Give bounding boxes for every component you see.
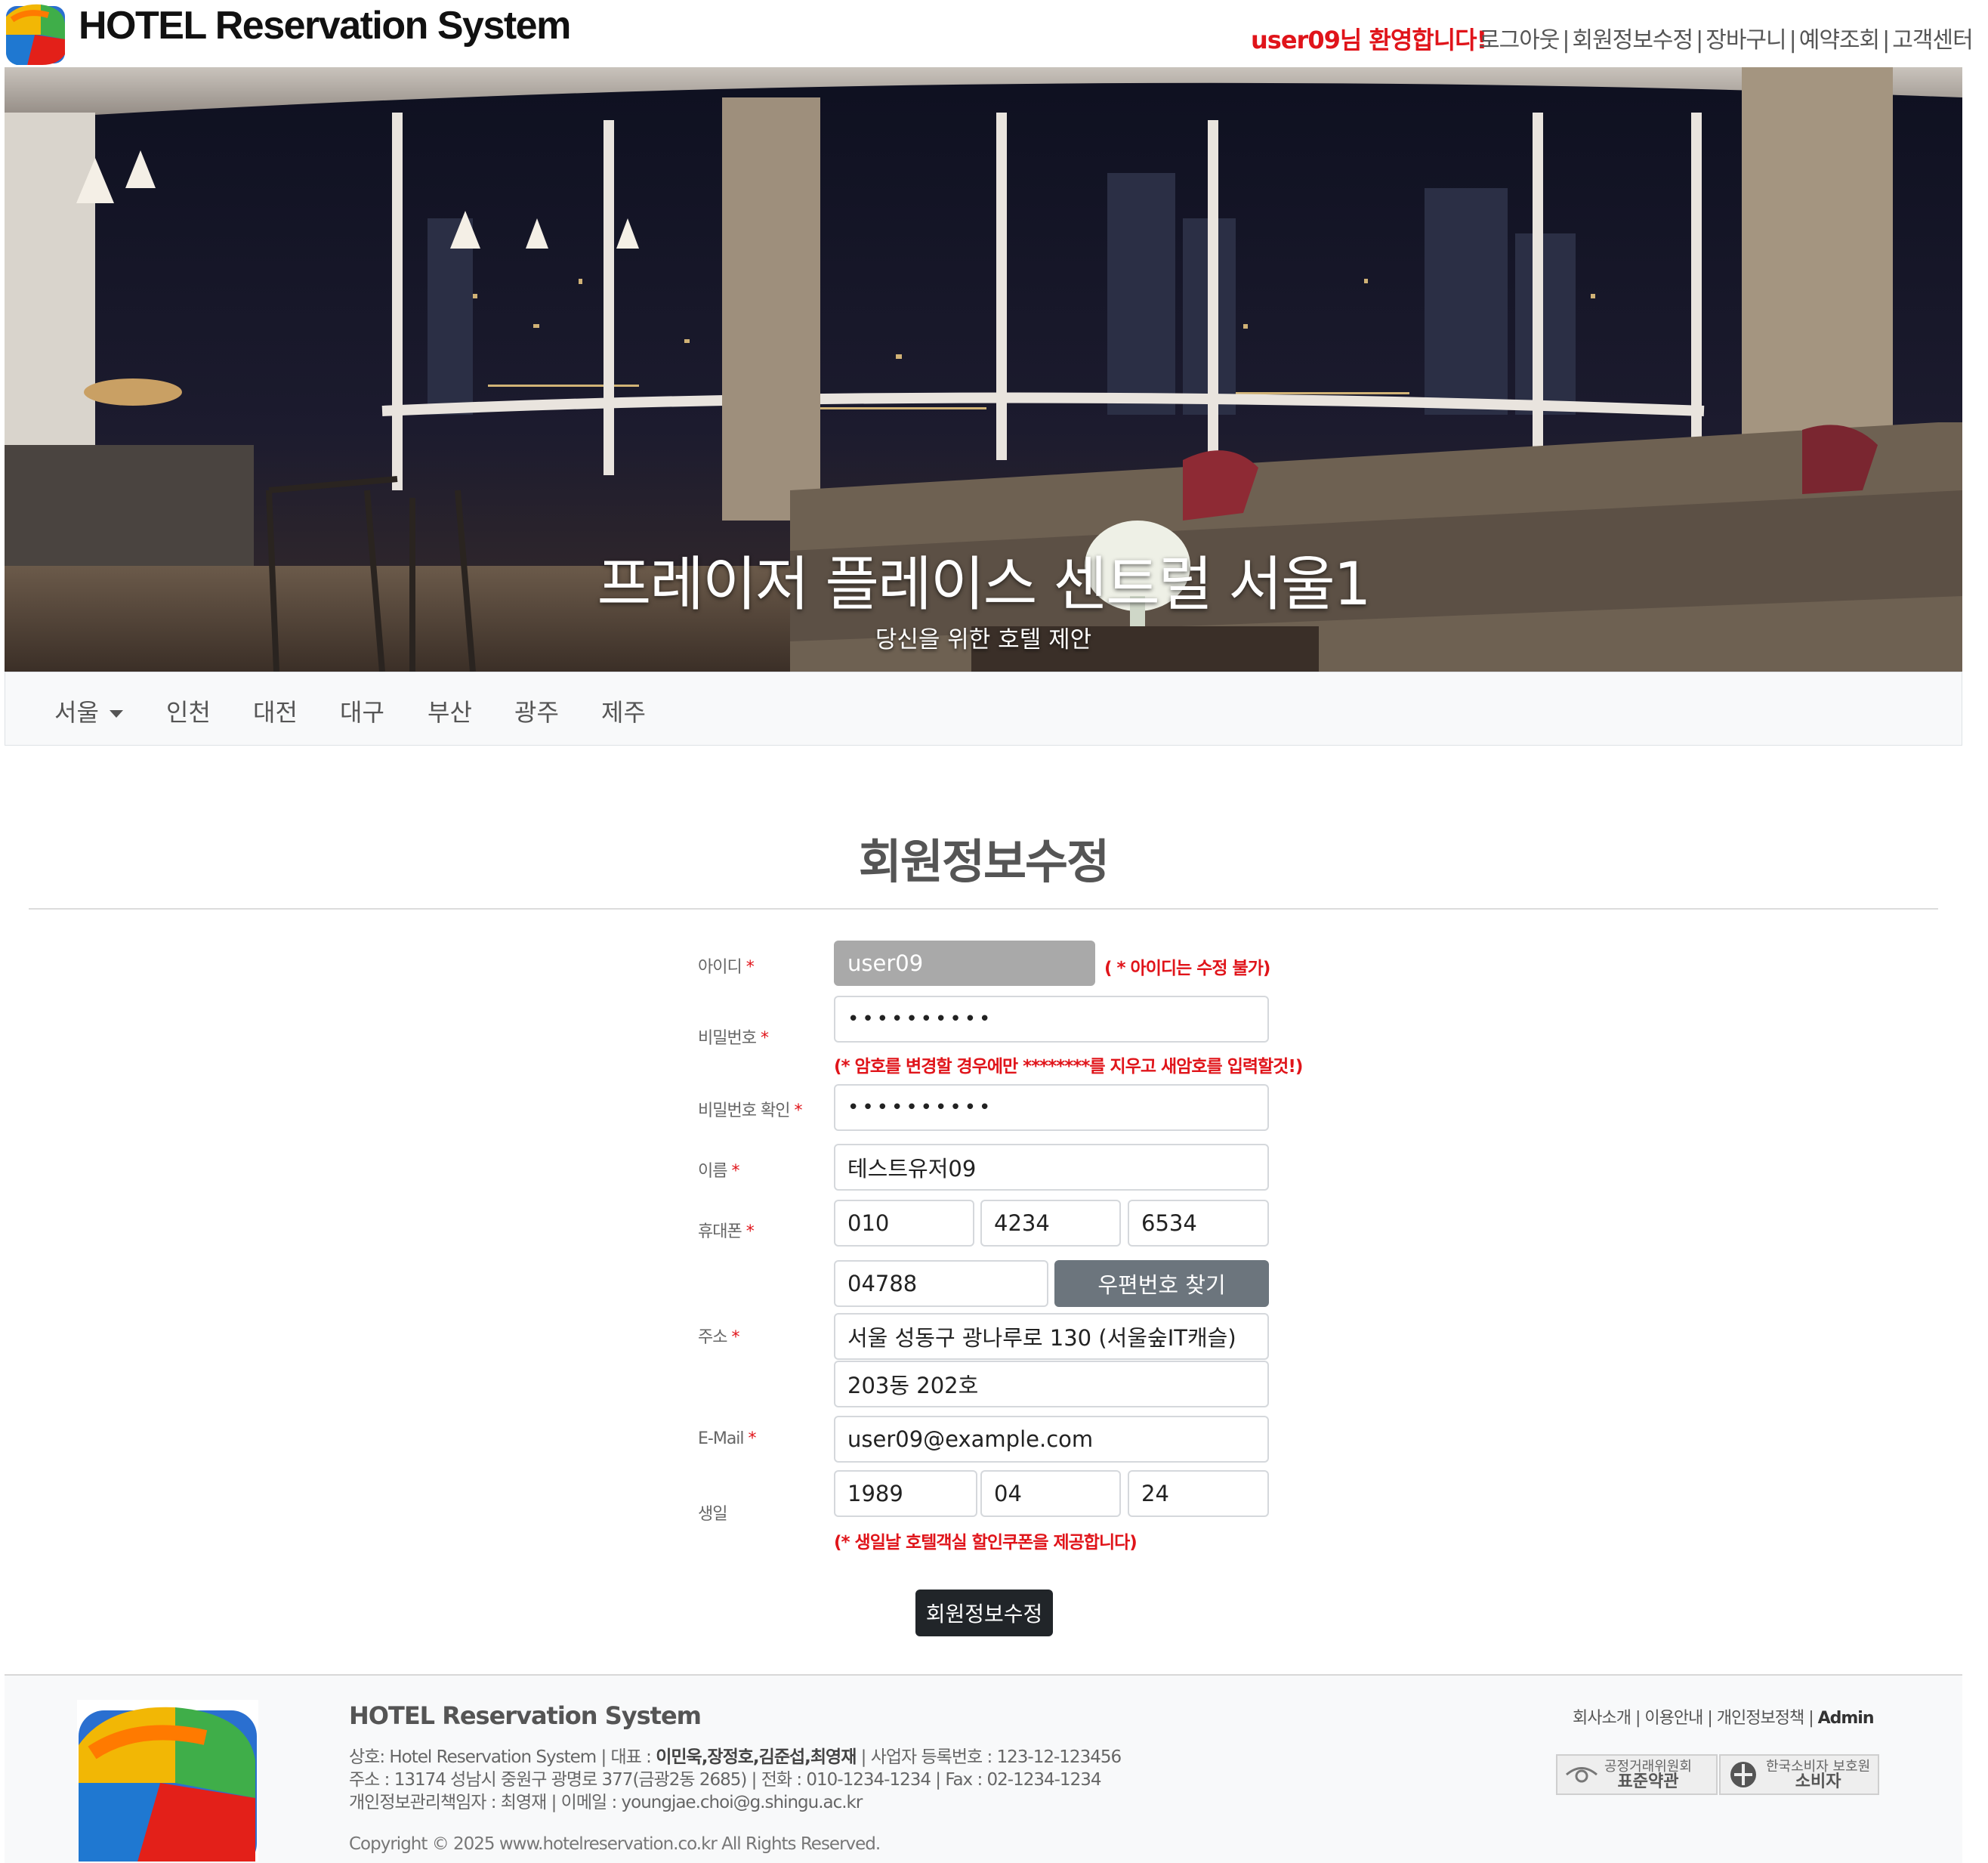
title-divider <box>29 908 1938 910</box>
site-brand-title[interactable]: HOTEL Reservation System <box>79 3 571 48</box>
carousel-indicators <box>748 627 1228 672</box>
id-label: 아이디 * <box>698 958 755 977</box>
password-confirm-label: 비밀번호 확인 * <box>698 1101 802 1120</box>
usage-guide-link[interactable]: 이용안내 <box>1644 1709 1703 1728</box>
zipcode-field[interactable]: 04788 <box>834 1260 1048 1307</box>
phone-last-field[interactable]: 6534 <box>1128 1200 1269 1247</box>
address-field[interactable]: 서울 성동구 광나루로 130 (서울숲IT캐슬) <box>834 1313 1269 1360</box>
region-daegu[interactable]: 대구 <box>340 694 384 728</box>
hero-carousel[interactable]: 프레이저 플레이스 센트럴 서울1 당신을 위한 호텔 제안 <box>5 67 1962 672</box>
birthday-note: (* 생일날 호텔객실 할인쿠폰을 제공합니다) <box>834 1533 1138 1552</box>
birth-year-field[interactable]: 1989 <box>834 1470 977 1517</box>
password-field[interactable]: •••••••••• <box>834 996 1269 1043</box>
company-intro-link[interactable]: 회사소개 <box>1573 1709 1631 1728</box>
ftc-eye-icon <box>1566 1767 1598 1783</box>
consumer-emblem-icon <box>1730 1762 1756 1787</box>
welcome-message: user09님 환영합니다! <box>1251 26 1487 54</box>
region-seoul-dropdown[interactable]: 서울 <box>54 694 123 728</box>
site-logo-icon[interactable] <box>5 2 68 66</box>
footer-links: 회사소개 | 이용안내 | 개인정보정책 | Admin <box>1573 1709 1875 1728</box>
top-nav: 로그아웃 | 회원정보수정 | 장바구니 | 예약조회 | 고객센터 <box>1479 27 1974 54</box>
region-gwangju[interactable]: 광주 <box>514 694 559 728</box>
page-title: 회원정보수정 <box>858 834 1110 889</box>
region-daejeon[interactable]: 대전 <box>253 694 298 728</box>
id-field: user09 <box>834 941 1095 986</box>
edit-member-link[interactable]: 회원정보수정 <box>1573 27 1694 54</box>
footer-copyright: Copyright © 2025 www.hotelreservation.co… <box>349 1834 881 1854</box>
region-label: 서울 <box>54 698 99 727</box>
birth-month-field[interactable]: 04 <box>980 1470 1121 1517</box>
logout-link[interactable]: 로그아웃 <box>1479 27 1560 54</box>
email-field[interactable]: user09@example.com <box>834 1416 1269 1463</box>
ftc-standard-terms-badge[interactable]: 공정거래위원회 표준약관 <box>1556 1754 1718 1795</box>
password-note: (* 암호를 변경할 경우에만 ********를 지우고 새암호를 입력할것!… <box>834 1057 1303 1077</box>
footer-privacy-line: 개인정보관리책임자 : 최영재 | 이메일 : youngjae.choi@g.… <box>349 1793 863 1812</box>
region-incheon[interactable]: 인천 <box>166 694 211 728</box>
name-label: 이름 * <box>698 1162 739 1181</box>
caret-down-icon <box>109 710 123 718</box>
phone-first-field[interactable]: 010 <box>834 1200 974 1247</box>
region-busan[interactable]: 부산 <box>428 694 472 728</box>
update-member-button[interactable]: 회원정보수정 <box>915 1590 1053 1636</box>
privacy-policy-link[interactable]: 개인정보정책 <box>1717 1709 1804 1728</box>
id-note: ( * 아이디는 수정 불가) <box>1104 959 1270 978</box>
birth-day-field[interactable]: 24 <box>1128 1470 1269 1517</box>
birthday-label: 생일 <box>698 1505 727 1524</box>
footer-brand: HOTEL Reservation System <box>349 1701 702 1730</box>
address-label: 주소 * <box>698 1328 739 1347</box>
footer-logo-icon <box>77 1700 258 1861</box>
address-detail-field[interactable]: 203동 202호 <box>834 1361 1269 1407</box>
phone-label: 휴대폰 * <box>698 1222 755 1241</box>
footer-company-line: 상호: Hotel Reservation System | 대표 : 이민욱,… <box>349 1747 1122 1767</box>
cart-link[interactable]: 장바구니 <box>1706 27 1786 54</box>
email-label: E-Mail * <box>698 1429 757 1448</box>
region-jeju[interactable]: 제주 <box>601 694 646 728</box>
name-field[interactable]: 테스트유저09 <box>834 1144 1269 1191</box>
consumer-agency-badge[interactable]: 한국소비자 보호원 소비자 <box>1719 1754 1879 1795</box>
admin-link[interactable]: Admin <box>1818 1709 1875 1728</box>
phone-middle-field[interactable]: 4234 <box>980 1200 1121 1247</box>
customer-center-link[interactable]: 고객센터 <box>1892 27 1973 54</box>
footer-address-line: 주소 : 13174 성남시 중원구 광명로 377(금광2동 2685) | … <box>349 1770 1101 1790</box>
find-zipcode-button[interactable]: 우편번호 찾기 <box>1054 1260 1269 1307</box>
region-navbar <box>5 672 1962 746</box>
reservation-lookup-link[interactable]: 예약조회 <box>1799 27 1880 54</box>
password-confirm-field[interactable]: •••••••••• <box>834 1084 1269 1131</box>
password-label: 비밀번호 * <box>698 1029 769 1048</box>
hero-title: 프레이저 플레이스 센트럴 서울1 <box>597 551 1372 619</box>
